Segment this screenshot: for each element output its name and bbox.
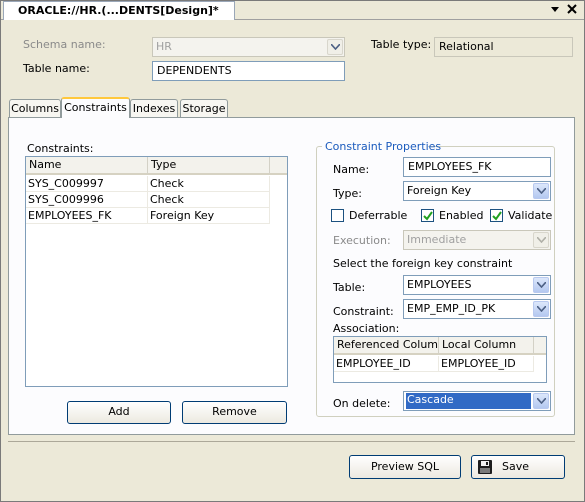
execution-value: Immediate <box>407 233 467 246</box>
preview-sql-button[interactable]: Preview SQL <box>349 455 461 479</box>
fk-prompt-text: Select the foreign key constraint <box>333 257 513 270</box>
table-type-value: Relational <box>434 37 573 57</box>
column-header-local[interactable]: Local Column <box>439 337 534 355</box>
on-delete-value: Cascade <box>406 393 531 409</box>
checkmark-icon <box>423 211 433 221</box>
table-row-type[interactable]: Check <box>148 176 270 192</box>
constraint-type-select[interactable]: Foreign Key <box>403 181 551 201</box>
fk-constraint-label: Constraint: <box>333 305 394 318</box>
tab-storage[interactable]: Storage <box>180 99 228 118</box>
constraint-properties-title: Constraint Properties <box>325 140 442 153</box>
constraint-name-input[interactable]: EMPLOYEES_FK <box>403 157 551 177</box>
fk-table-select[interactable]: EMPLOYEES <box>403 275 551 295</box>
table-name-label: Table name: <box>23 62 90 75</box>
table-row-type[interactable]: Foreign Key <box>148 208 270 224</box>
execution-select: Immediate <box>403 230 551 250</box>
document-tab-title: ORACLE://HR.(...DENTS[Design]* <box>18 4 219 17</box>
column-header-type[interactable]: Type <box>148 157 270 175</box>
document-tab[interactable]: ORACLE://HR.(...DENTS[Design]* <box>3 1 235 20</box>
column-header-filler <box>270 157 287 175</box>
tab-columns[interactable]: Columns <box>9 99 61 118</box>
table-row-name[interactable]: EMPLOYEES_FK <box>26 208 148 224</box>
chevron-down-icon[interactable] <box>533 393 549 409</box>
table-row-name[interactable]: SYS_C009996 <box>26 192 148 208</box>
add-button[interactable]: Add <box>67 401 171 424</box>
schema-name-select: HR <box>152 37 345 57</box>
deferrable-checkbox[interactable] <box>331 209 344 222</box>
on-delete-select[interactable]: Cascade <box>403 391 551 411</box>
constraints-label: Constraints: <box>27 142 94 155</box>
chevron-down-icon <box>533 232 549 248</box>
name-label: Name: <box>333 163 370 176</box>
enabled-checkbox[interactable] <box>421 209 434 222</box>
table-type-label: Table type: <box>371 38 432 51</box>
chevron-down-icon[interactable] <box>533 277 549 293</box>
schema-name-value: HR <box>156 40 172 53</box>
column-header-name[interactable]: Name <box>26 157 148 175</box>
enabled-label: Enabled <box>439 209 484 222</box>
schema-name-label: Schema name: <box>23 38 106 51</box>
table-row-type[interactable]: Check <box>148 192 270 208</box>
validate-checkbox[interactable] <box>490 209 503 222</box>
tab-constraints[interactable]: Constraints <box>61 97 130 118</box>
table-name-input[interactable]: DEPENDENTS <box>152 61 345 81</box>
on-delete-label: On delete: <box>333 397 391 410</box>
chevron-down-icon[interactable] <box>533 301 549 317</box>
floppy-disk-icon <box>477 459 493 475</box>
deferrable-label: Deferrable <box>349 209 408 222</box>
tab-list-dropdown-icon[interactable] <box>549 3 561 15</box>
checkmark-icon <box>492 211 502 221</box>
save-button-label: Save <box>502 460 530 473</box>
fk-constraint-value: EMP_EMP_ID_PK <box>407 302 496 315</box>
fk-table-label: Table: <box>333 281 366 294</box>
association-row-local[interactable]: EMPLOYEE_ID <box>439 356 534 372</box>
footer-divider <box>8 441 575 442</box>
remove-button[interactable]: Remove <box>182 401 287 424</box>
table-row-name[interactable]: SYS_C009997 <box>26 176 148 192</box>
column-header-referenced[interactable]: Referenced Column <box>334 337 445 355</box>
chevron-down-icon <box>327 39 343 55</box>
association-table[interactable]: Referenced Column Local Column EMPLOYEE_… <box>333 336 547 383</box>
validate-label: Validate <box>508 209 553 222</box>
execution-label: Execution: <box>333 234 391 247</box>
tab-indexes[interactable]: Indexes <box>130 99 178 118</box>
association-label: Association: <box>333 322 400 335</box>
chevron-down-icon[interactable] <box>533 183 549 199</box>
fk-table-value: EMPLOYEES <box>407 278 472 291</box>
constraints-table[interactable]: Name Type SYS_C009997 Check SYS_C009996 … <box>25 156 288 387</box>
association-row-referenced[interactable]: EMPLOYEE_ID <box>334 356 439 372</box>
constraint-type-value: Foreign Key <box>407 184 472 197</box>
save-button[interactable]: Save <box>471 455 565 479</box>
fk-constraint-select[interactable]: EMP_EMP_ID_PK <box>403 299 551 319</box>
column-header-filler <box>534 337 546 355</box>
type-label: Type: <box>333 187 362 200</box>
close-icon[interactable] <box>566 3 578 15</box>
